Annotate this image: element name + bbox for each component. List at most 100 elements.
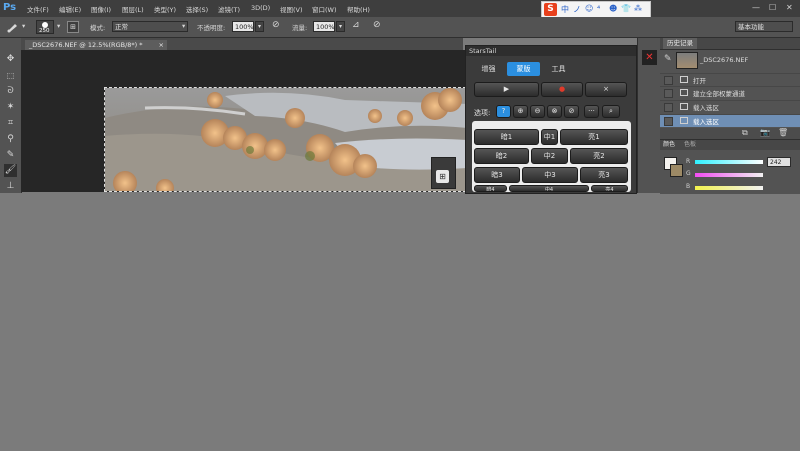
document-image[interactable]	[104, 87, 466, 192]
search-option-button[interactable]: ⌕	[602, 105, 620, 118]
history-item-source-checkbox[interactable]	[664, 89, 673, 98]
brush-tool-icon[interactable]	[6, 21, 20, 33]
tab-mask[interactable]: 蒙版	[507, 62, 540, 76]
maximize-icon[interactable]: ☐	[769, 3, 776, 12]
pressure-size-icon[interactable]: ⊘	[373, 20, 381, 30]
document-tab[interactable]: _DSC2676.NEF @ 12.5%(RGB/8*) * ×	[25, 40, 167, 50]
airbrush-icon[interactable]: ⊿	[352, 20, 360, 30]
light-4-button[interactable]: 亮4	[591, 185, 628, 192]
tool-preset-arrow-icon[interactable]: ▾	[22, 22, 25, 30]
pressure-opacity-icon[interactable]: ⊘	[272, 20, 280, 30]
mid-4-button[interactable]: 中4	[509, 185, 589, 192]
ime-toolbar: S 中 ノ ☺ ⁴ ☻ 👕 ⁂	[541, 1, 651, 18]
mid-2-button[interactable]: 中2	[531, 148, 568, 164]
history-item[interactable]: 打开	[660, 73, 800, 86]
intersect-option-button[interactable]: ⊗	[547, 105, 562, 118]
history-item[interactable]: 载入选区	[660, 100, 800, 113]
ime-keyboard-icon[interactable]: ⁴	[597, 4, 600, 13]
magic-wand-tool-icon[interactable]: ✶	[4, 101, 17, 114]
add-option-button[interactable]: ⊕	[513, 105, 528, 118]
dark-2-button[interactable]: 暗2	[474, 148, 529, 164]
mini-floating-panel: ⊞	[431, 157, 456, 189]
crop-tool-icon[interactable]: ⌗	[4, 117, 17, 130]
history-snapshot[interactable]: ✎ _DSC2676.NEF	[660, 50, 800, 70]
record-button[interactable]: ●	[541, 82, 583, 97]
red-value-input[interactable]: 242	[767, 157, 791, 167]
ime-punct[interactable]: ノ	[573, 4, 581, 15]
history-item[interactable]: 建立全部权蒙通道	[660, 86, 800, 99]
light-1-button[interactable]: 亮1	[560, 129, 628, 145]
red-slider[interactable]	[695, 160, 763, 164]
starstail-panel-icon[interactable]: ⊞	[436, 170, 449, 183]
tab-tools[interactable]: 工具	[542, 62, 575, 76]
more-option-button[interactable]: ···	[584, 105, 599, 118]
history-tab[interactable]: 历史记录	[663, 38, 697, 49]
history-panel: 历史记录 ✎ _DSC2676.NEF 打开 建立全部权蒙通道 载入选区 载入选…	[660, 38, 800, 139]
light-2-button[interactable]: 亮2	[570, 148, 628, 164]
light-3-button[interactable]: 亮3	[580, 167, 628, 183]
menu-help[interactable]: 帮助(H)	[347, 4, 370, 14]
ime-user-icon[interactable]: ☻	[609, 4, 617, 13]
history-item-source-checkbox[interactable]	[664, 103, 673, 112]
menu-window[interactable]: 窗口(W)	[312, 4, 337, 14]
brush-tool-icon[interactable]: 🖌	[4, 164, 17, 177]
clear-button[interactable]: ×	[585, 82, 627, 97]
brush-picker-arrow-icon[interactable]: ▾	[57, 22, 60, 30]
brush-panel-toggle-icon[interactable]: ⊞	[67, 21, 79, 33]
menu-layer[interactable]: 图层(L)	[122, 4, 144, 14]
ime-skin-icon[interactable]: 👕	[621, 4, 631, 13]
workspace-select[interactable]: 基本功能	[735, 21, 793, 32]
ime-lang[interactable]: 中	[561, 4, 569, 15]
green-slider[interactable]	[695, 173, 763, 177]
flow-dropdown-icon[interactable]: ▾	[336, 21, 345, 32]
trash-icon[interactable]: 🗑	[778, 128, 788, 137]
healing-brush-tool-icon[interactable]: ✎	[4, 149, 17, 162]
blend-mode-select[interactable]: 正常	[112, 21, 188, 32]
tab-enhance[interactable]: 增强	[472, 62, 505, 76]
ime-tools-icon[interactable]: ⁂	[634, 4, 642, 13]
opacity-input[interactable]: 100%	[232, 21, 254, 32]
dark-3-button[interactable]: 暗3	[474, 167, 520, 183]
dark-1-button[interactable]: 暗1	[474, 129, 539, 145]
new-document-from-state-icon[interactable]: ⧉	[742, 128, 748, 138]
eyedropper-tool-icon[interactable]: ⚲	[4, 133, 17, 146]
background-color-swatch[interactable]	[670, 164, 683, 177]
menu-type[interactable]: 类型(Y)	[154, 4, 176, 14]
lasso-tool-icon[interactable]: ᘐ	[4, 85, 17, 98]
history-item-selected[interactable]: 载入选区	[660, 114, 800, 127]
snapshot-camera-icon[interactable]: 📷	[760, 128, 770, 137]
play-button[interactable]: ▶	[474, 82, 539, 97]
ime-emoji-icon[interactable]: ☺	[585, 4, 593, 13]
tab-swatches[interactable]: 色板	[684, 140, 696, 150]
blue-slider[interactable]	[695, 186, 763, 190]
marquee-tool-icon[interactable]: ⬚	[4, 69, 17, 82]
brush-size-value: 250	[39, 28, 50, 34]
tools-collapsed-icon[interactable]: ✕	[642, 50, 657, 65]
flow-input[interactable]: 100%	[313, 21, 335, 32]
move-tool-icon[interactable]: ✥	[4, 53, 17, 66]
stamp-tool-icon[interactable]: ⊥	[4, 180, 17, 193]
minimize-icon[interactable]: —	[752, 3, 760, 12]
document-icon	[680, 76, 688, 83]
mid-3-button[interactable]: 中3	[522, 167, 578, 183]
dark-4-button[interactable]: 暗4	[474, 185, 507, 192]
tab-color[interactable]: 颜色	[663, 140, 675, 150]
close-icon[interactable]: ✕	[786, 3, 793, 12]
menu-filter[interactable]: 滤镜(T)	[218, 4, 240, 14]
menu-image[interactable]: 图像(I)	[91, 4, 111, 14]
help-option-button[interactable]: ?	[496, 105, 511, 118]
document-tab-bar: _DSC2676.NEF @ 12.5%(RGB/8*) * ×	[21, 38, 463, 50]
history-item-source-checkbox[interactable]	[664, 76, 673, 85]
history-item-source-checkbox[interactable]	[664, 117, 673, 126]
document-tab-close-icon[interactable]: ×	[159, 40, 164, 50]
subtract-option-button[interactable]: ⊖	[530, 105, 545, 118]
menu-file[interactable]: 文件(F)	[27, 4, 49, 14]
exclude-option-button[interactable]: ⊘	[564, 105, 579, 118]
mid-1-button[interactable]: 中1	[541, 129, 558, 145]
menu-select[interactable]: 选择(S)	[186, 4, 208, 14]
menu-view[interactable]: 视图(V)	[280, 4, 303, 14]
menu-edit[interactable]: 编辑(E)	[59, 4, 81, 14]
opacity-dropdown-icon[interactable]: ▾	[255, 21, 264, 32]
menu-3d[interactable]: 3D(D)	[251, 4, 270, 12]
brush-preset-picker[interactable]: 250	[36, 20, 54, 34]
